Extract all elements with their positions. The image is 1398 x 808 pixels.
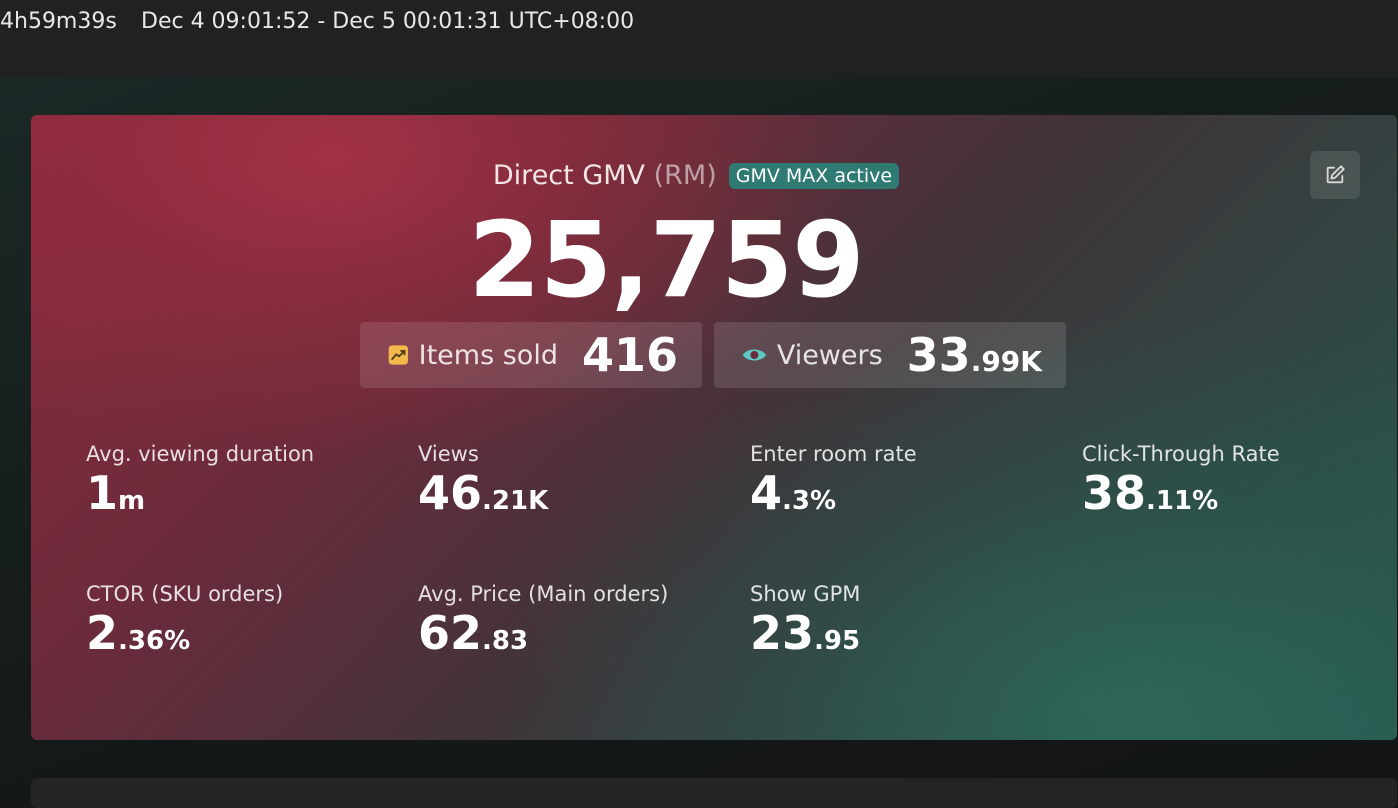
viewers-value: 33.99K (906, 328, 1042, 382)
metric-label: Avg. viewing duration (86, 442, 315, 466)
metric-value: 2.36% (86, 606, 191, 660)
items-sold-value: 416 (581, 328, 678, 382)
metric-show-gpm: Show GPM 23.95 (750, 582, 1050, 661)
gmv-max-badge: GMV MAX active (728, 162, 900, 189)
gmv-title-row: Direct GMV (RM) GMV MAX active (31, 160, 1379, 191)
metric-views: Views 46.21K (418, 442, 718, 521)
metric-avg-viewing-duration: Avg. viewing duration 1m (86, 442, 386, 521)
metric-value: 46.21K (418, 466, 549, 520)
gmv-title: Direct GMV (RM) (492, 160, 717, 191)
live-time-range: Dec 4 09:01:52 - Dec 5 00:01:31 UTC+08:0… (141, 9, 635, 34)
items-sold-pill: Items sold 416 (360, 322, 702, 388)
metric-avg-price-main-orders: Avg. Price (Main orders) 62.83 (418, 582, 718, 661)
metric-value: 4.3% (750, 466, 837, 520)
trending-up-icon (388, 345, 408, 365)
next-section-panel (31, 778, 1397, 808)
metric-label: Click-Through Rate (1082, 442, 1280, 466)
gmv-summary-card: Direct GMV (RM) GMV MAX active 25,759 It… (31, 115, 1397, 740)
metric-label: Show GPM (750, 582, 861, 606)
metric-label: Avg. Price (Main orders) (418, 582, 669, 606)
metric-value: 23.95 (750, 606, 861, 660)
eye-icon (742, 349, 767, 361)
metric-value: 38.11% (1082, 466, 1219, 520)
viewers-pill: Viewers 33.99K (714, 322, 1066, 388)
gmv-unit: (RM) (653, 160, 717, 191)
live-duration: 4h59m39s (0, 9, 117, 34)
items-sold-label: Items sold (418, 339, 558, 371)
metric-click-through-rate: Click-Through Rate 38.11% (1082, 442, 1382, 521)
metric-label: Enter room rate (750, 442, 917, 466)
metric-label: CTOR (SKU orders) (86, 582, 284, 606)
gmv-value: 25,759 (468, 199, 864, 321)
metric-value: 1m (86, 466, 146, 520)
viewers-label: Viewers (776, 339, 883, 371)
metric-ctor-sku-orders: CTOR (SKU orders) 2.36% (86, 582, 386, 661)
top-bar: 4h59m39s Dec 4 09:01:52 - Dec 5 00:01:31… (0, 0, 1398, 78)
metric-enter-room-rate: Enter room rate 4.3% (750, 442, 1050, 521)
metric-value: 62.83 (418, 606, 529, 660)
metric-label: Views (418, 442, 479, 466)
